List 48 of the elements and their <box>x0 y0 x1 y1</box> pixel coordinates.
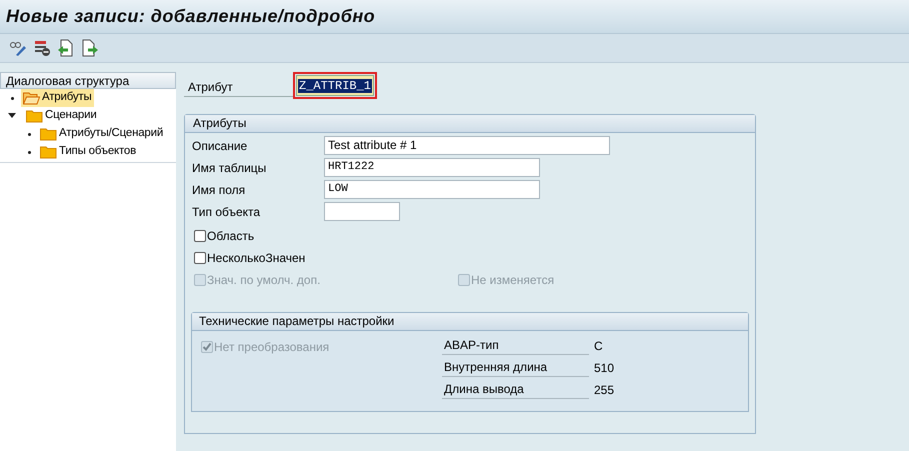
input-field[interactable]: LOW <box>324 180 540 199</box>
field-value: C <box>593 338 603 354</box>
field-label: Имя поля <box>191 182 246 198</box>
display-change-icon[interactable] <box>9 39 27 57</box>
window-title: Новые записи: добавленные/подробно <box>6 5 376 28</box>
bullet-icon <box>28 150 31 154</box>
key-input-field[interactable]: Z_ATTRIB_1 <box>293 72 378 98</box>
previous-page-icon[interactable] <box>57 39 75 57</box>
item-label: Атрибуты/Сценарий <box>59 126 164 142</box>
checkbox[interactable] <box>194 230 206 242</box>
checkbox-label: НесколькоЗначен <box>207 250 306 267</box>
field-label: Внутренняя длина <box>442 358 589 377</box>
input-value: Z_ATTRIB_1 <box>298 78 372 92</box>
bullet-icon <box>11 96 14 100</box>
delete-row-icon[interactable] <box>33 39 51 57</box>
input-field[interactable]: HRT1222 <box>324 158 540 177</box>
folder-icon <box>40 128 57 140</box>
open-folder-icon <box>23 92 40 104</box>
field-value: 510 <box>593 360 614 376</box>
folder-icon <box>26 110 43 122</box>
input-field[interactable]: Test attribute # 1 <box>324 136 610 155</box>
tree-item[interactable]: Типы объектов <box>38 143 138 161</box>
bullet-icon <box>28 132 31 136</box>
field-label: Длина вывода <box>442 380 589 399</box>
item-label: Сценарии <box>45 108 97 124</box>
field-label: ABAP-тип <box>442 336 589 355</box>
item-label: Атрибуты <box>42 90 92 106</box>
checkbox-label: Область <box>207 228 254 245</box>
group-title: Технические параметры настройки <box>192 313 748 331</box>
next-page-icon[interactable] <box>81 39 99 57</box>
tree-item[interactable]: Сценарии <box>24 107 99 125</box>
field-label: Имя таблицы <box>191 160 268 176</box>
checkbox-label: Не изменяется <box>471 272 554 289</box>
input-field[interactable] <box>324 202 400 221</box>
tree-item[interactable]: Атрибуты <box>21 89 94 107</box>
checkbox-label: Знач. по умолч. доп. <box>207 272 320 289</box>
field-label: Тип объекта <box>191 204 262 220</box>
field-label: Описание <box>191 138 248 154</box>
folder-icon <box>40 146 57 158</box>
expanded-arrow-icon[interactable] <box>8 113 16 119</box>
item-label: Типы объектов <box>59 144 136 160</box>
group-title: Атрибуты <box>185 115 755 133</box>
panel-header: Диалоговая структура <box>0 72 176 89</box>
field-value: 255 <box>593 382 614 398</box>
field-label: Атрибут <box>184 74 294 96</box>
checkbox[interactable] <box>194 252 206 264</box>
checkbox-label: Нет преобразования <box>214 339 330 356</box>
tree-item[interactable]: Атрибуты/Сценарий <box>38 125 166 143</box>
